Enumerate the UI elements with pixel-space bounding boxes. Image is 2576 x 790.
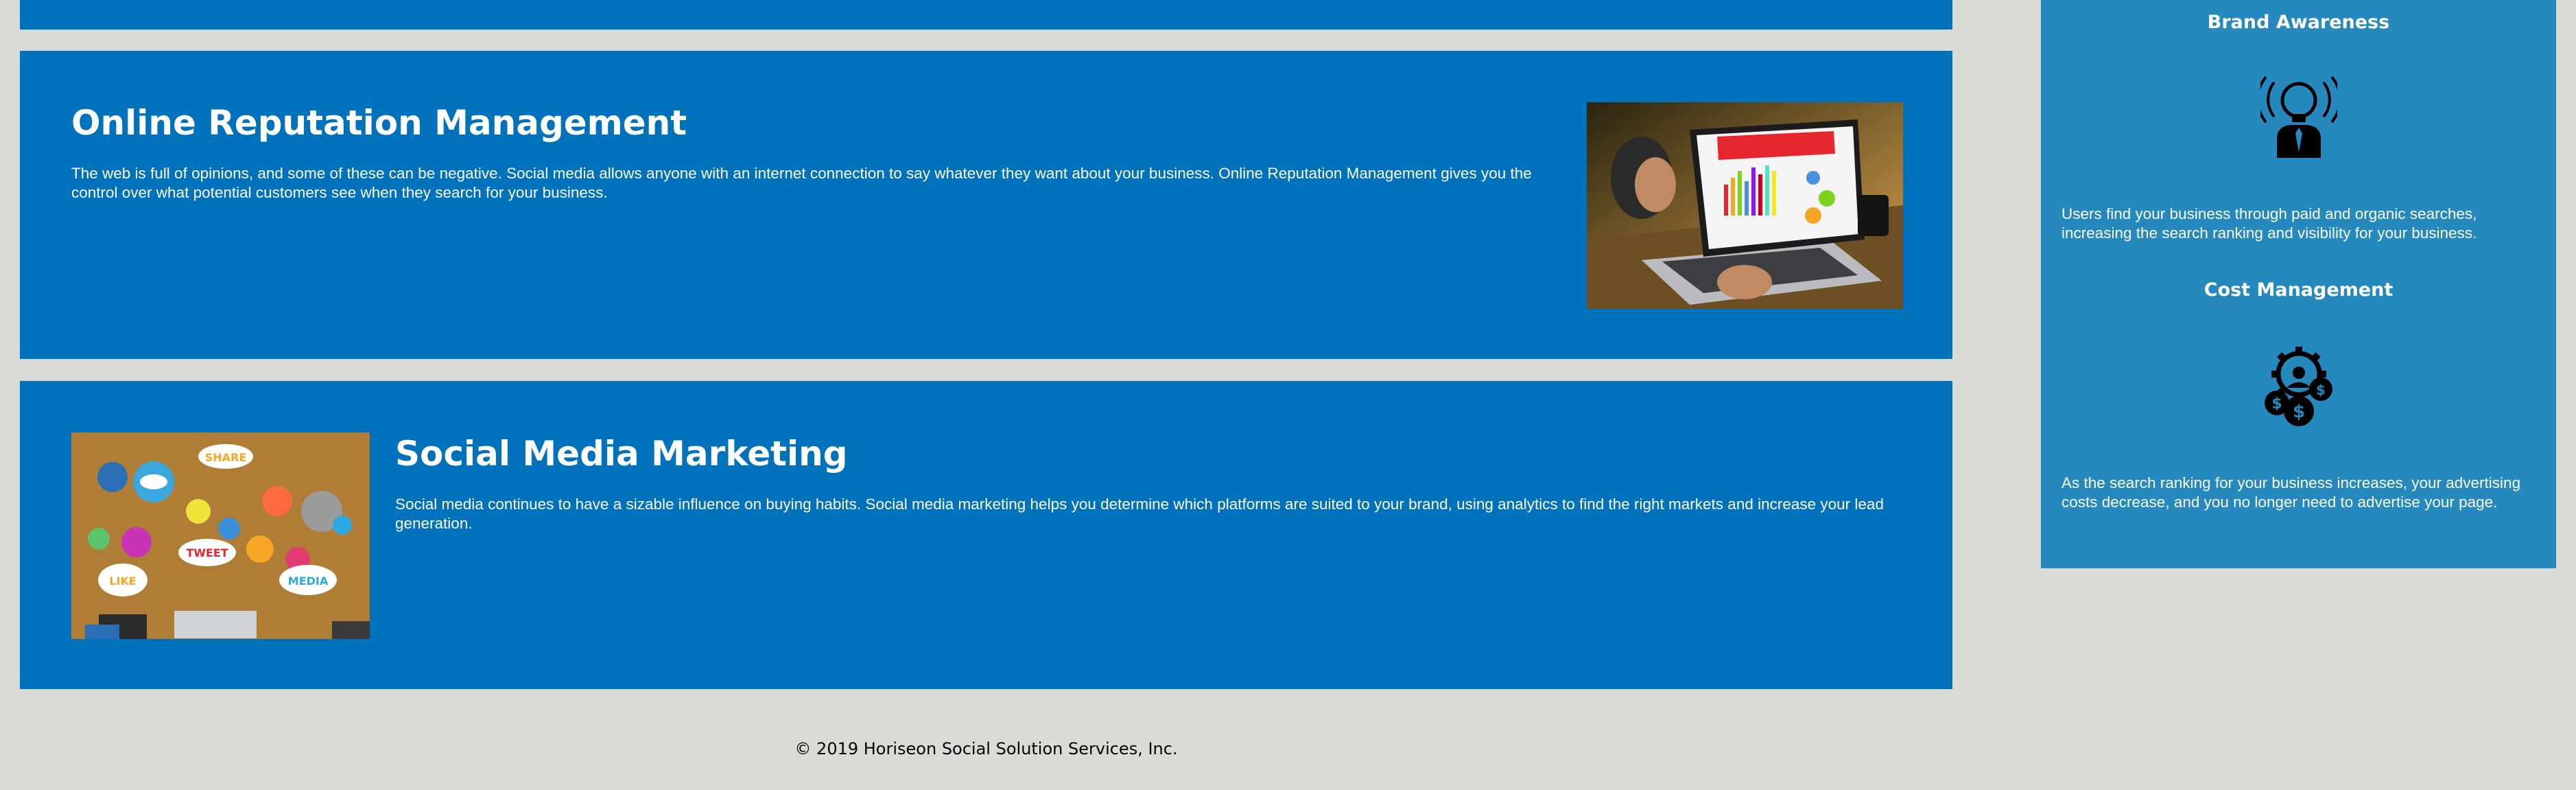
section-title: Social Media Marketing: [395, 434, 848, 474]
benefits-sidebar: Brand Awareness Users find your business: [2041, 0, 2556, 568]
benefit-text: As the search ranking for your business …: [2061, 474, 2521, 511]
section-online-reputation-management: Online Reputation Management The web is …: [20, 51, 1952, 359]
section-title: Online Reputation Management: [71, 103, 687, 143]
bubble-like: LIKE: [109, 574, 136, 588]
gear-dollar-icon: $ $ $: [2260, 347, 2337, 429]
reputation-laptop-photo: [1587, 102, 1903, 309]
previous-section-edge: [20, 0, 1952, 30]
social-photo-illustration: SHARE TWEET LIKE MEDIA: [71, 432, 370, 639]
reputation-photo-illustration: [1587, 102, 1903, 309]
svg-text:$: $: [2271, 395, 2282, 413]
section-body: The web is full of opinions, and some of…: [71, 165, 1532, 201]
section-social-media-marketing: SHARE TWEET LIKE MEDIA Social Media Mark…: [20, 381, 1952, 689]
benefit-title: Brand Awareness: [2207, 12, 2390, 33]
bubble-share: SHARE: [205, 451, 247, 464]
section-body: Social media continues to have a sizable…: [395, 496, 1884, 532]
bubble-media: MEDIA: [288, 574, 329, 588]
svg-text:$: $: [2293, 402, 2305, 422]
social-media-photo: SHARE TWEET LIKE MEDIA: [71, 432, 370, 639]
svg-text:$: $: [2316, 382, 2326, 398]
copyright-text: © 2019 Horiseon Social Solution Services…: [794, 739, 1178, 758]
bubble-tweet: TWEET: [186, 546, 228, 559]
benefit-title: Cost Management: [2203, 279, 2394, 301]
benefit-text: Users find your business through paid an…: [2061, 205, 2477, 242]
lightbulb-person-icon: [2256, 75, 2341, 158]
footer: © 2019 Horiseon Social Solution Services…: [0, 739, 1972, 758]
page: Online Reputation Management The web is …: [0, 0, 2576, 790]
